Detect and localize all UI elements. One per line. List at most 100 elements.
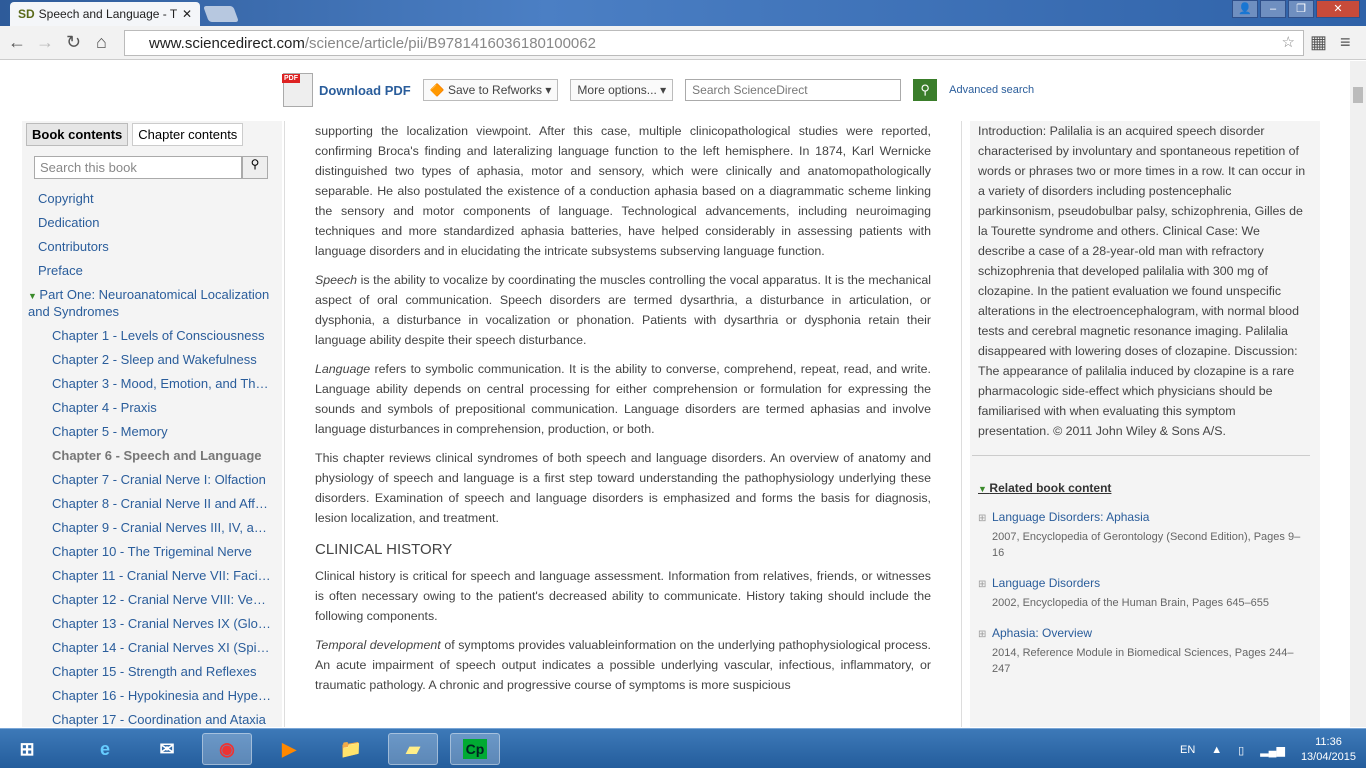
language-indicator[interactable]: EN [1180,744,1195,756]
outlook-icon[interactable]: ✉ [142,733,192,765]
expand-icon: ▼ [978,484,990,494]
related-link[interactable]: Language Disorders: Aphasia [992,510,1149,524]
toc-chapter[interactable]: Chapter 4 - Praxis [22,396,272,420]
minimize-button[interactable]: – [1260,0,1286,18]
battery-icon[interactable]: ▯ [1238,744,1244,757]
related-meta: 2014, Reference Module in Biomedical Sci… [992,647,1294,675]
plus-icon[interactable]: ⊞ [978,575,986,595]
url-domain: www.sciencedirect.com [149,35,305,52]
paragraph: This chapter reviews clinical syndromes … [315,451,931,525]
related-link[interactable]: Aphasia: Overview [992,626,1092,640]
save-refworks-button[interactable]: 🔶 Save to Refworks ▾ [422,79,559,101]
toc-item[interactable]: Dedication [22,211,282,235]
search-book-button[interactable]: ⚲ [242,156,268,179]
toc-chapter[interactable]: Chapter 1 - Levels of Consciousness [22,324,272,348]
advanced-search-link[interactable]: Advanced search [949,84,1034,96]
toc-chapter[interactable]: Chapter 15 - Strength and Reflexes [22,660,272,684]
captivate-icon[interactable]: Cp [450,733,500,765]
related-item: ⊞ Language Disorders: Aphasia 2007, Encycl… [978,507,1310,561]
save-refworks-label: Save to Refworks [448,83,543,97]
more-options-label: More options... [577,83,657,97]
toc-chapter[interactable]: Chapter 6 - Speech and Language [22,444,272,468]
download-pdf-button[interactable]: Download PDF [282,73,411,107]
media-player-icon[interactable]: ▶ [264,733,314,765]
signal-icon[interactable]: ▂▄▆ [1260,744,1285,757]
clock[interactable]: 11:36 13/04/2015 [1301,735,1356,765]
toc-chapter[interactable]: Chapter 2 - Sleep and Wakefulness [22,348,272,372]
book-navigation: Book contents Chapter contents Search thi… [22,121,282,727]
new-tab-button[interactable] [203,6,239,22]
download-pdf-label: Download PDF [319,82,411,98]
toc-item[interactable]: Copyright [22,187,282,211]
toc-item[interactable]: Contributors [22,235,282,259]
pdf-icon [282,73,313,107]
toc-item[interactable]: Preface [22,259,282,283]
user-icon[interactable]: 👤 [1232,0,1258,18]
home-icon[interactable]: ⌂ [96,32,107,53]
chrome-icon[interactable]: ◉ [202,733,252,765]
sidebar-right: Introduction: Palilalia is an acquired s… [970,121,1320,727]
paragraph: supporting the localization viewpoint. A… [315,124,931,258]
reload-icon[interactable]: ↻ [66,32,81,53]
extension-icon[interactable]: ▦ [1310,32,1327,53]
toc-chapter[interactable]: Chapter 14 - Cranial Nerves XI (Spinal A… [22,636,272,660]
window-titlebar: SD Speech and Language - T ✕ 👤 – ❐ ✕ [0,0,1366,26]
address-bar[interactable]: www.sciencedirect.com/science/article/pi… [124,30,1304,56]
section-heading: CLINICAL HISTORY [315,541,453,558]
plus-icon[interactable]: ⊞ [978,625,986,645]
toc-chapter[interactable]: Chapter 10 - The Trigeminal Nerve [22,540,272,564]
scrollbar-thumb[interactable] [1353,87,1363,103]
toc-chapter[interactable]: Chapter 13 - Cranial Nerves IX (Glossoph… [22,612,272,636]
close-window-button[interactable]: ✕ [1316,0,1360,18]
article-body: supporting the localization viewpoint. A… [284,121,962,727]
toc-chapter[interactable]: Chapter 11 - Cranial Nerve VII: Facial N… [22,564,272,588]
term: Language [315,362,371,376]
taskbar: ⊞ e ✉ ◉ ▶ 📁 ▰ Cp EN ▲ ▯ ▂▄▆ 11:36 13/04/2… [0,728,1366,768]
related-link[interactable]: Language Disorders [992,576,1100,590]
back-icon[interactable]: ← [8,32,26,53]
tab-chapter-contents[interactable]: Chapter contents [132,123,244,146]
tab-title: Speech and Language - T [38,7,178,21]
toc-chapter[interactable]: Chapter 7 - Cranial Nerve I: Olfaction [22,468,272,492]
paragraph: Temporal development of symptoms provide… [315,635,931,695]
page: Download PDF 🔶 Save to Refworks ▾ More o… [0,61,1350,727]
maximize-button[interactable]: ❐ [1288,0,1314,18]
search-sciencedirect-input[interactable]: Search ScienceDirect [685,79,902,101]
menu-icon[interactable]: ≡ [1340,32,1351,53]
related-meta: 2002, Encyclopedia of the Human Brain, P… [992,597,1270,609]
show-hidden-icons[interactable]: ▲ [1211,744,1222,756]
ie-icon[interactable]: e [80,733,130,765]
toc-chapter[interactable]: Chapter 12 - Cranial Nerve VIII: Vestibu… [22,588,272,612]
toc-chapter[interactable]: Chapter 9 - Cranial Nerves III, IV, and … [22,516,272,540]
page-scrollbar[interactable] [1350,61,1366,727]
browser-tab[interactable]: SD Speech and Language - T ✕ [10,2,200,26]
browser-toolbar: ← → ↻ ⌂ www.sciencedirect.com/science/ar… [0,26,1366,60]
divider [972,455,1310,456]
tab-book-contents[interactable]: Book contents [26,123,129,146]
search-book-input[interactable]: Search this book [34,156,242,179]
file-explorer-icon[interactable]: 📁 [326,733,376,765]
toc-part-label: Part One: Neuroanatomical Localization a… [28,287,270,319]
plus-icon[interactable]: ⊞ [978,509,986,529]
paragraph: Language refers to symbolic communicatio… [315,359,931,439]
forward-icon[interactable]: → [36,32,54,53]
toc-chapter[interactable]: Chapter 16 - Hypokinesia and Hyperkinesi… [22,684,272,708]
search-button[interactable]: ⚲ [913,79,938,101]
toc-part[interactable]: ▼ Part One: Neuroanatomical Localization… [22,287,282,320]
star-icon[interactable]: ☆ [1282,33,1295,51]
close-tab-icon[interactable]: ✕ [182,7,192,21]
related-title: Related book content [989,481,1112,495]
paragraph: Speech is the ability to vocalize by coo… [315,270,931,350]
more-options-dropdown[interactable]: More options... ▾ [570,79,674,101]
related-meta: 2007, Encyclopedia of Gerontology (Secon… [992,531,1301,559]
notes-icon[interactable]: ▰ [388,733,438,765]
related-item: ⊞ Aphasia: Overview 2014, Reference Module… [978,623,1310,677]
start-button[interactable]: ⊞ [2,733,52,765]
favicon: SD [18,7,35,21]
toc-chapter[interactable]: Chapter 3 - Mood, Emotion, and Thought [22,372,272,396]
related-item: ⊞ Language Disorders 2002, Encyclopedia of… [978,573,1310,611]
toc-chapter[interactable]: Chapter 8 - Cranial Nerve II and Afferen… [22,492,272,516]
url-path: /science/article/pii/B978141603618010006… [304,35,596,52]
related-content-toggle[interactable]: ▼ Related book content [978,478,1310,499]
toc-chapter[interactable]: Chapter 5 - Memory [22,420,272,444]
